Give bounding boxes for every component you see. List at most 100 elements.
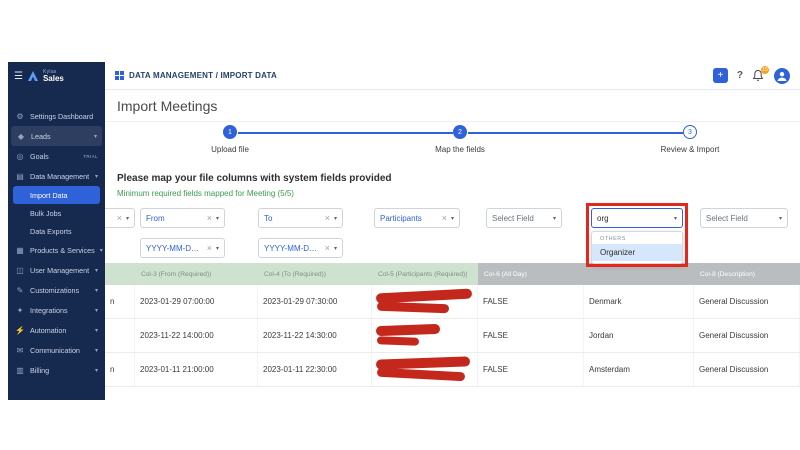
date-format-select-to[interactable]: YYYY-MM-DD H... × ▾	[258, 238, 343, 258]
quick-add-button[interactable]: +	[712, 68, 728, 83]
dropdown-group-label: OTHERS	[600, 236, 626, 242]
sidebar-item-data-management[interactable]: ▤ Data Management ▾	[8, 166, 105, 186]
wrench-icon: ✎	[16, 285, 24, 295]
chevron-down-icon: ▾	[125, 215, 129, 222]
topbar-actions: + ? 15	[712, 65, 790, 84]
sidebar-item-customizations[interactable]: ✎ Customizations ▾	[8, 280, 105, 300]
goals-icon: ◎	[16, 151, 24, 161]
chevron-down-icon: ▾	[99, 247, 103, 254]
sidebar-item-label: Automation	[30, 325, 67, 335]
sidebar-item-label: Billing	[30, 365, 50, 375]
table-header-partial	[105, 263, 135, 285]
close-icon[interactable]: ×	[325, 213, 330, 223]
brand: ☰ Kylas Sales	[8, 62, 105, 90]
cell-location: Amsterdam	[584, 353, 694, 386]
sidebar-item-billing[interactable]: ▥ Billing ▾	[8, 360, 105, 380]
sidebar-item-label: Goals	[30, 151, 49, 161]
sidebar-item-label: Products & Services	[30, 245, 95, 255]
field-select-partial[interactable]: × ▾	[105, 208, 135, 228]
sidebar-item-integrations[interactable]: ✦ Integrations ▾	[8, 300, 105, 320]
table-header-col4-to: Col-4 (To (Required))	[258, 263, 372, 285]
trial-badge: TRIAL	[83, 153, 98, 159]
chevron-down-icon: ▾	[673, 215, 677, 222]
cell-location: Jordan	[584, 319, 694, 352]
step-circle-review-import: 3	[683, 125, 697, 139]
sidebar-item-user-management[interactable]: ◫ User Management ▾	[8, 260, 105, 280]
organizer-search-input[interactable]	[597, 213, 670, 223]
step-label-upload-file: Upload file	[211, 145, 249, 154]
sidebar-subitem-label: Data Exports	[30, 226, 72, 236]
sidebar-item-label: Leads	[31, 131, 51, 141]
close-icon[interactable]: ×	[442, 213, 447, 223]
sidebar-item-label: Communication	[30, 345, 80, 355]
chevron-down-icon: ▾	[333, 245, 337, 252]
sidebar-nav: ⚙ Settings Dashboard ◆ Leads ▾ ◎ Goals T…	[8, 90, 105, 380]
field-select-from[interactable]: From × ▾	[140, 208, 225, 228]
topbar: DATA MANAGEMENT / IMPORT DATA + ? 15	[105, 62, 800, 90]
step-circle-map-fields: 2	[453, 125, 467, 139]
field-select-participants[interactable]: Participants × ▾	[374, 208, 460, 228]
mapping-required-status: Minimum required fields mapped for Meeti…	[117, 189, 294, 198]
stepper-line-1	[238, 132, 453, 134]
sidebar-item-goals[interactable]: ◎ Goals TRIAL	[8, 146, 105, 166]
cell-from: 2023-01-11 21:00:00	[135, 353, 258, 386]
close-icon[interactable]: ×	[325, 243, 330, 253]
sidebar-item-products-services[interactable]: ▦ Products & Services ▾	[8, 240, 105, 260]
user-avatar[interactable]	[774, 67, 790, 84]
date-format-value: YYYY-MM-DD H...	[264, 243, 321, 253]
sidebar-item-settings-dashboard[interactable]: ⚙ Settings Dashboard	[8, 106, 105, 126]
close-icon[interactable]: ×	[207, 213, 212, 223]
chevron-down-icon: ▾	[94, 173, 98, 180]
cell-partial: n	[105, 353, 135, 386]
date-format-select-from[interactable]: YYYY-MM-DD H... × ▾	[140, 238, 225, 258]
chevron-down-icon: ▾	[333, 215, 337, 222]
notifications-bell-icon[interactable]: 15	[752, 65, 769, 83]
table-header-col8-description: Col-8 (Description)	[694, 263, 800, 285]
stepper-line-2	[468, 132, 683, 134]
page-header: Import Meetings	[105, 90, 800, 122]
table-header-row: Col-3 (From (Required)) Col-4 (To (Requi…	[105, 263, 800, 285]
cell-to: 2023-01-11 22:30:00	[258, 353, 372, 386]
field-select-value: From	[146, 213, 165, 223]
chevron-down-icon: ▾	[94, 267, 98, 274]
table-header-col5-participants: Col-5 (Participants (Required))	[372, 263, 478, 285]
sidebar-item-label: Settings Dashboard	[30, 111, 94, 121]
brand-name-bottom: Sales	[42, 73, 64, 83]
field-select-all-day[interactable]: Select Field ▾	[486, 208, 562, 228]
sidebar-item-leads[interactable]: ◆ Leads ▾	[11, 126, 102, 146]
close-icon[interactable]: ×	[207, 243, 212, 253]
breadcrumb-text: DATA MANAGEMENT / IMPORT DATA	[129, 71, 278, 80]
gear-icon: ⚙	[16, 111, 24, 121]
cell-partial: n	[105, 285, 135, 318]
sidebar-subitem-bulk-jobs[interactable]: Bulk Jobs	[8, 204, 105, 222]
users-icon: ◫	[16, 265, 24, 275]
cell-description: General Discussion	[694, 285, 800, 318]
stepper: 1 2 3 Upload file Map the fields Review …	[105, 122, 800, 168]
redaction-scribble	[376, 336, 420, 346]
box-icon: ▦	[16, 245, 24, 255]
field-select-organizer-combobox[interactable]: ▾	[591, 208, 683, 228]
sidebar-item-communication[interactable]: ✉ Communication ▾	[8, 340, 105, 360]
page-title: Import Meetings	[117, 97, 218, 114]
hamburger-menu-icon[interactable]: ☰	[14, 71, 23, 82]
sidebar-subitem-data-exports[interactable]: Data Exports	[8, 222, 105, 240]
sidebar-subitem-import-data[interactable]: Import Data	[13, 186, 100, 204]
breadcrumb[interactable]: DATA MANAGEMENT / IMPORT DATA	[115, 71, 277, 80]
chevron-down-icon: ▾	[215, 215, 219, 222]
cell-description: General Discussion	[694, 353, 800, 386]
step-label-map-fields: Map the fields	[435, 145, 485, 154]
table-header-col6-all-day: Col-6 (All Day)	[478, 263, 584, 285]
field-select-to[interactable]: To × ▾	[258, 208, 343, 228]
dropdown-option-organizer[interactable]: Organizer	[592, 244, 682, 261]
help-icon[interactable]: ?	[737, 70, 743, 81]
sidebar-item-automation[interactable]: ⚡ Automation ▾	[8, 320, 105, 340]
field-select-placeholder: Select Field	[706, 213, 748, 223]
leads-icon: ◆	[17, 131, 25, 141]
chevron-down-icon: ▾	[94, 307, 98, 314]
close-icon[interactable]: ×	[117, 213, 122, 223]
sidebar-subitem-label: Bulk Jobs	[30, 208, 62, 218]
field-select-placeholder: Select Field	[492, 213, 534, 223]
field-select-description[interactable]: Select Field ▾	[700, 208, 788, 228]
sidebar-item-label: Integrations	[30, 305, 68, 315]
chevron-down-icon: ▾	[94, 287, 98, 294]
